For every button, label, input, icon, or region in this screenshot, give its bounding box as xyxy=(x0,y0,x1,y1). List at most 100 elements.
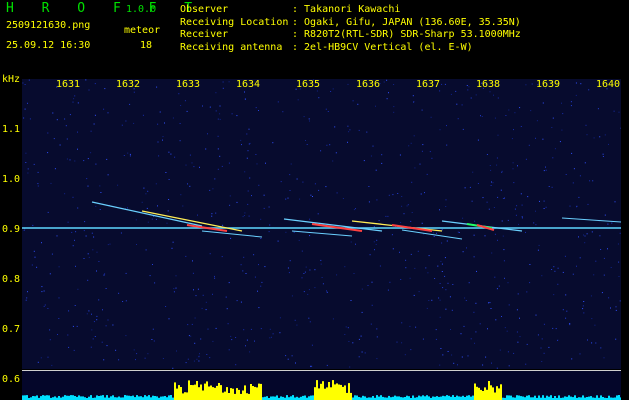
noise-speck xyxy=(214,275,215,277)
noise-speck xyxy=(531,83,533,85)
noise-speck xyxy=(515,214,517,216)
activity-bar xyxy=(408,396,410,400)
noise-speck xyxy=(562,113,564,115)
noise-speck xyxy=(289,174,291,176)
noise-speck xyxy=(615,309,617,311)
noise-speck xyxy=(149,275,151,277)
noise-speck xyxy=(71,231,73,233)
noise-speck xyxy=(501,220,503,222)
activity-bar xyxy=(274,396,276,400)
noise-speck xyxy=(212,340,214,342)
noise-speck xyxy=(593,137,595,139)
activity-bar xyxy=(334,384,336,400)
noise-speck xyxy=(321,277,323,278)
noise-speck xyxy=(255,107,257,109)
activity-bar xyxy=(80,396,82,400)
activity-bar xyxy=(168,395,170,400)
noise-speck xyxy=(401,322,403,324)
noise-speck xyxy=(95,163,97,165)
activity-bar xyxy=(100,395,102,400)
activity-bar xyxy=(496,386,498,400)
meteor-echo xyxy=(561,217,621,223)
noise-speck xyxy=(332,88,334,90)
noise-speck xyxy=(198,356,200,358)
noise-speck xyxy=(94,336,96,337)
noise-speck xyxy=(25,152,27,154)
noise-speck xyxy=(231,113,233,115)
noise-speck xyxy=(517,341,519,343)
activity-bar xyxy=(162,396,164,400)
noise-speck xyxy=(215,212,217,214)
noise-speck xyxy=(367,285,369,286)
y-tick-label: 0.9 xyxy=(2,224,21,235)
noise-speck xyxy=(530,110,532,112)
info-value: : R820T2(RTL-SDR) SDR-Sharp 53.1000MHz xyxy=(292,29,521,40)
noise-speck xyxy=(22,82,24,84)
noise-speck xyxy=(496,157,498,159)
noise-speck xyxy=(575,82,577,84)
noise-speck xyxy=(542,138,544,140)
activity-bar xyxy=(82,396,84,400)
activity-bar xyxy=(130,396,132,400)
noise-speck xyxy=(406,205,408,207)
activity-bar xyxy=(290,396,292,400)
activity-bar xyxy=(550,395,552,400)
noise-speck xyxy=(488,302,489,304)
noise-speck xyxy=(202,294,204,296)
noise-speck xyxy=(584,242,586,244)
activity-bar xyxy=(422,395,424,400)
noise-speck xyxy=(551,269,553,270)
noise-speck xyxy=(257,290,258,292)
noise-speck xyxy=(491,181,492,183)
noise-speck xyxy=(152,264,153,265)
noise-speck xyxy=(205,301,207,303)
activity-bar xyxy=(492,387,494,400)
noise-speck xyxy=(373,226,375,228)
activity-bar xyxy=(398,396,400,400)
noise-speck xyxy=(389,281,391,283)
activity-bar xyxy=(522,396,524,400)
noise-speck xyxy=(491,362,492,364)
info-label: Receiving antenna xyxy=(180,41,283,53)
noise-speck xyxy=(466,85,468,86)
activity-bar xyxy=(354,395,356,400)
meteor-echo xyxy=(91,201,203,227)
noise-speck xyxy=(34,256,36,258)
noise-speck xyxy=(144,357,146,359)
noise-speck xyxy=(410,220,412,222)
noise-speck xyxy=(513,182,515,184)
noise-speck xyxy=(47,152,49,154)
activity-bar xyxy=(394,395,396,400)
noise-speck xyxy=(514,208,516,210)
activity-bar xyxy=(500,384,502,400)
noise-speck xyxy=(214,277,216,279)
noise-speck xyxy=(94,114,96,116)
noise-speck xyxy=(597,108,599,110)
activity-bar xyxy=(344,385,346,400)
noise-speck xyxy=(497,239,498,241)
noise-speck xyxy=(147,190,149,192)
noise-speck xyxy=(153,340,155,342)
noise-speck xyxy=(440,260,442,262)
activity-bar xyxy=(314,387,316,400)
noise-speck xyxy=(511,138,513,140)
activity-bar xyxy=(336,383,338,400)
noise-speck xyxy=(58,297,60,299)
meteor-echo xyxy=(291,230,353,237)
noise-speck xyxy=(441,242,443,244)
activity-bar xyxy=(378,396,380,400)
noise-speck xyxy=(545,206,547,208)
noise-speck xyxy=(258,307,260,309)
noise-speck xyxy=(397,193,399,194)
noise-speck xyxy=(582,308,584,310)
activity-bar xyxy=(126,395,128,400)
activity-bar xyxy=(526,395,528,400)
noise-speck xyxy=(215,327,217,329)
noise-speck xyxy=(94,83,96,85)
activity-bar xyxy=(440,396,442,400)
noise-speck xyxy=(217,148,219,150)
noise-speck xyxy=(314,287,316,289)
noise-speck xyxy=(570,105,572,107)
noise-speck xyxy=(415,326,417,328)
noise-speck xyxy=(376,336,378,338)
